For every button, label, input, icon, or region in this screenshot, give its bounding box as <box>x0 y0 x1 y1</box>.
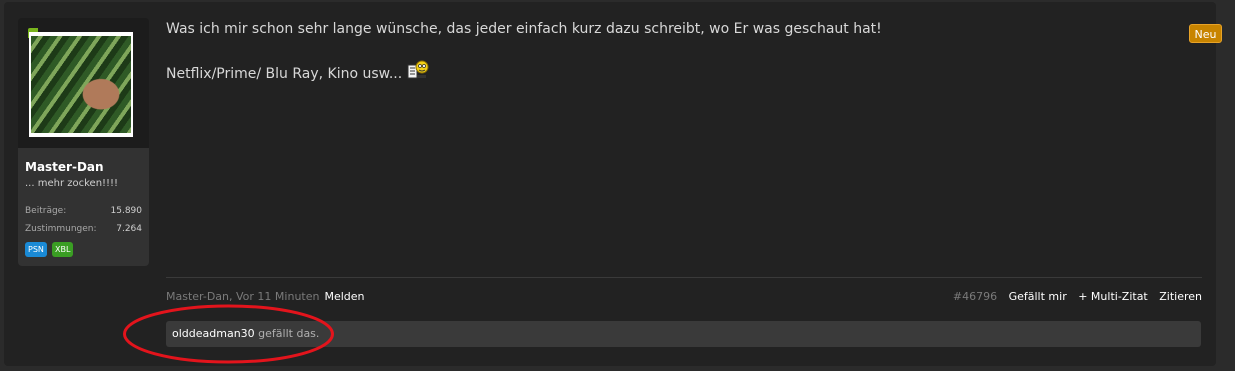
post-number-link[interactable]: #46796 <box>953 290 997 303</box>
psn-badge[interactable]: PSN <box>25 242 47 257</box>
like-button[interactable]: Gefällt mir <box>1009 290 1067 303</box>
stat-label: Zustimmungen: <box>25 224 97 234</box>
stat-value: 15.890 <box>110 206 143 216</box>
post-message: Was ich mir schon sehr lange wünsche, da… <box>166 19 882 84</box>
message-line: Netflix/Prime/ Blu Ray, Kino usw... <box>166 66 403 82</box>
user-info-panel: Master-Dan ... mehr zocken!!!! Beiträge:… <box>18 148 149 266</box>
quote-button[interactable]: Zitieren <box>1159 290 1202 303</box>
stat-label: Beiträge: <box>25 206 67 216</box>
username[interactable]: Master-Dan <box>25 160 104 174</box>
stat-posts: Beiträge: 15.890 <box>25 206 142 216</box>
xbl-badge[interactable]: XBL <box>52 242 74 257</box>
post-author-date[interactable]: Master-Dan, Vor 11 Minuten <box>166 290 319 303</box>
divider <box>166 277 1202 278</box>
post-meta: Master-Dan, Vor 11 Minuten Melden <box>166 290 365 303</box>
multiquote-button[interactable]: + Multi-Zitat <box>1078 290 1148 303</box>
stat-likes: Zustimmungen: 7.264 <box>25 224 142 234</box>
avatar-box <box>18 18 149 148</box>
highlight-circle-annotation <box>123 304 334 364</box>
avatar[interactable] <box>29 32 133 137</box>
report-link[interactable]: Melden <box>324 290 364 303</box>
user-title: ... mehr zocken!!!! <box>25 178 119 189</box>
stat-value: 7.264 <box>116 224 142 234</box>
avatar-image <box>31 36 131 133</box>
message-line: Was ich mir schon sehr lange wünsche, da… <box>166 21 882 37</box>
post-actions: #46796 Gefällt mir + Multi-Zitat Zitiere… <box>945 290 1202 303</box>
reading-smiley-icon <box>407 59 429 81</box>
new-badge: Neu <box>1189 24 1222 43</box>
